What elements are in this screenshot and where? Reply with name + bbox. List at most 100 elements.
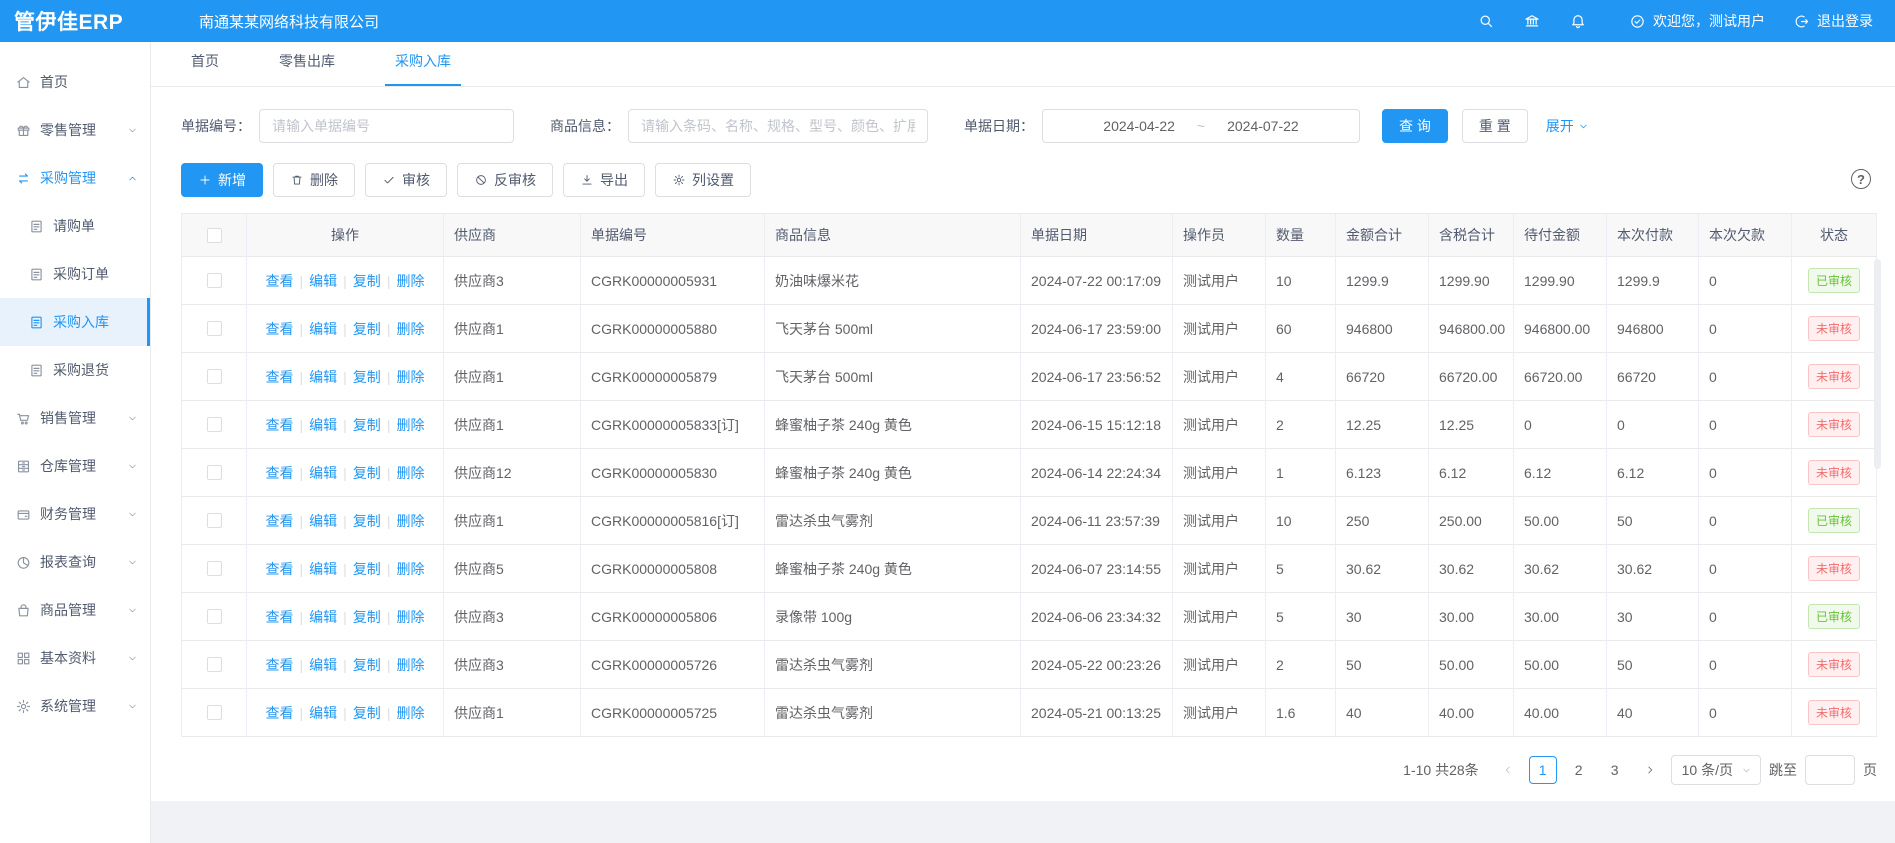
sidebar-item-warehouse-mgmt[interactable]: 仓库管理 (0, 442, 150, 490)
scrollbar-thumb[interactable] (1874, 259, 1881, 469)
tab-purchase-inbound[interactable]: 采购入库 (385, 51, 461, 86)
logout-button[interactable]: 退出登录 (1793, 11, 1873, 31)
row-checkbox[interactable] (207, 705, 222, 720)
delete-link[interactable]: 删除 (396, 655, 424, 675)
view-link[interactable]: 查看 (266, 463, 294, 483)
row-checkbox[interactable] (207, 657, 222, 672)
expand-link[interactable]: 展开 (1546, 116, 1589, 136)
view-link[interactable]: 查看 (266, 511, 294, 531)
date-to[interactable]: 2024-07-22 (1227, 118, 1299, 134)
sidebar-item-system-mgmt[interactable]: 系统管理 (0, 682, 150, 730)
row-checkbox[interactable] (207, 417, 222, 432)
view-link[interactable]: 查看 (266, 655, 294, 675)
copy-link[interactable]: 复制 (353, 559, 381, 579)
edit-link[interactable]: 编辑 (309, 703, 337, 723)
cell-debt: 0 (1699, 449, 1792, 496)
bill-no-input[interactable] (259, 109, 514, 143)
row-checkbox[interactable] (207, 513, 222, 528)
sidebar-item-finance-mgmt[interactable]: 财务管理 (0, 490, 150, 538)
sidebar-item-sales-mgmt[interactable]: 销售管理 (0, 394, 150, 442)
product-info-input[interactable] (628, 109, 928, 143)
edit-link[interactable]: 编辑 (309, 367, 337, 387)
search-button[interactable]: 查 询 (1382, 109, 1448, 143)
sidebar-item-home[interactable]: 首页 (0, 58, 150, 106)
row-checkbox[interactable] (207, 321, 222, 336)
sidebar-item-purchase-order[interactable]: 采购订单 (0, 250, 150, 298)
bell-icon[interactable] (1569, 12, 1587, 30)
view-link[interactable]: 查看 (266, 367, 294, 387)
delete-link[interactable]: 删除 (396, 703, 424, 723)
prev-page-button[interactable] (1495, 757, 1521, 783)
page-number-3[interactable]: 3 (1601, 756, 1629, 784)
copy-link[interactable]: 复制 (353, 463, 381, 483)
edit-link[interactable]: 编辑 (309, 271, 337, 291)
delete-link[interactable]: 删除 (396, 511, 424, 531)
cell-date: 2024-06-06 23:34:32 (1021, 593, 1173, 640)
copy-link[interactable]: 复制 (353, 319, 381, 339)
view-link[interactable]: 查看 (266, 703, 294, 723)
copy-link[interactable]: 复制 (353, 271, 381, 291)
row-checkbox[interactable] (207, 369, 222, 384)
edit-link[interactable]: 编辑 (309, 559, 337, 579)
sidebar-item-retail-mgmt[interactable]: 零售管理 (0, 106, 150, 154)
copy-link[interactable]: 复制 (353, 511, 381, 531)
unaudit-button[interactable]: 反审核 (457, 163, 553, 197)
status-badge: 未审核 (1808, 556, 1860, 581)
sidebar-item-basic-data[interactable]: 基本资料 (0, 634, 150, 682)
select-all-checkbox[interactable] (207, 228, 222, 243)
edit-link[interactable]: 编辑 (309, 463, 337, 483)
user-welcome[interactable]: 欢迎您，测试用户 (1629, 11, 1765, 31)
add-button[interactable]: 新增 (181, 163, 263, 197)
row-checkbox[interactable] (207, 561, 222, 576)
sidebar-item-report-query[interactable]: 报表查询 (0, 538, 150, 586)
reset-button[interactable]: 重 置 (1462, 109, 1528, 143)
export-button[interactable]: 导出 (563, 163, 645, 197)
copy-link[interactable]: 复制 (353, 655, 381, 675)
cell-supplier: 供应商5 (444, 545, 581, 592)
column-settings-button[interactable]: 列设置 (655, 163, 751, 197)
edit-link[interactable]: 编辑 (309, 511, 337, 531)
delete-link[interactable]: 删除 (396, 271, 424, 291)
row-checkbox[interactable] (207, 465, 222, 480)
view-link[interactable]: 查看 (266, 607, 294, 627)
row-checkbox[interactable] (207, 273, 222, 288)
view-link[interactable]: 查看 (266, 319, 294, 339)
copy-link[interactable]: 复制 (353, 607, 381, 627)
copy-link[interactable]: 复制 (353, 703, 381, 723)
search-icon[interactable] (1477, 12, 1495, 30)
delete-link[interactable]: 删除 (396, 367, 424, 387)
jump-page-input[interactable] (1805, 755, 1855, 785)
delete-link[interactable]: 删除 (396, 607, 424, 627)
bank-icon[interactable] (1523, 12, 1541, 30)
date-from[interactable]: 2024-04-22 (1103, 118, 1175, 134)
audit-button[interactable]: 审核 (365, 163, 447, 197)
help-icon[interactable]: ? (1851, 169, 1871, 189)
page-size-select[interactable]: 10 条/页 (1671, 755, 1761, 785)
page-number-1[interactable]: 1 (1529, 756, 1557, 784)
delete-link[interactable]: 删除 (396, 463, 424, 483)
edit-link[interactable]: 编辑 (309, 415, 337, 435)
next-page-button[interactable] (1637, 757, 1663, 783)
view-link[interactable]: 查看 (266, 415, 294, 435)
sidebar-item-purchase-return[interactable]: 采购退货 (0, 346, 150, 394)
delete-button[interactable]: 删除 (273, 163, 355, 197)
view-link[interactable]: 查看 (266, 559, 294, 579)
view-link[interactable]: 查看 (266, 271, 294, 291)
edit-link[interactable]: 编辑 (309, 655, 337, 675)
edit-link[interactable]: 编辑 (309, 319, 337, 339)
delete-link[interactable]: 删除 (396, 319, 424, 339)
tab-home[interactable]: 首页 (181, 51, 229, 86)
tab-retail-outbound[interactable]: 零售出库 (269, 51, 345, 86)
sidebar-item-purchase-mgmt[interactable]: 采购管理 (0, 154, 150, 202)
page-number-2[interactable]: 2 (1565, 756, 1593, 784)
copy-link[interactable]: 复制 (353, 415, 381, 435)
sidebar-item-purchase-request[interactable]: 请购单 (0, 202, 150, 250)
sidebar-item-product-mgmt[interactable]: 商品管理 (0, 586, 150, 634)
delete-link[interactable]: 删除 (396, 415, 424, 435)
sidebar-item-purchase-inbound[interactable]: 采购入库 (0, 298, 150, 346)
copy-link[interactable]: 复制 (353, 367, 381, 387)
edit-link[interactable]: 编辑 (309, 607, 337, 627)
delete-link[interactable]: 删除 (396, 559, 424, 579)
date-range-picker[interactable]: 2024-04-22 ~ 2024-07-22 (1042, 109, 1360, 143)
row-checkbox[interactable] (207, 609, 222, 624)
